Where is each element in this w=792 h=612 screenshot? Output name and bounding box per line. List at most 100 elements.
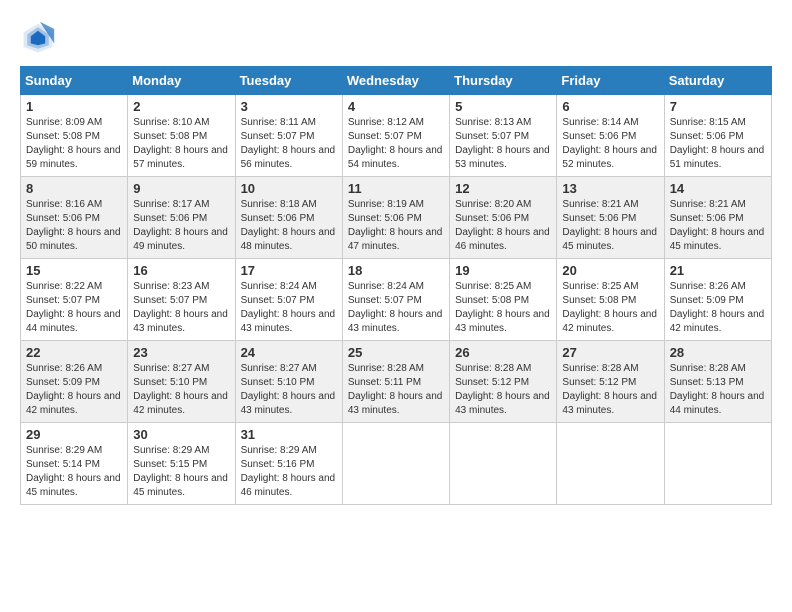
- day-number: 9: [133, 181, 229, 196]
- day-detail: Sunrise: 8:25 AMSunset: 5:08 PMDaylight:…: [562, 281, 657, 334]
- day-cell-10: 10 Sunrise: 8:18 AMSunset: 5:06 PMDaylig…: [235, 177, 342, 259]
- day-cell-31: 31 Sunrise: 8:29 AMSunset: 5:16 PMDaylig…: [235, 423, 342, 505]
- day-detail: Sunrise: 8:28 AMSunset: 5:11 PMDaylight:…: [348, 363, 443, 416]
- day-number: 14: [670, 181, 766, 196]
- day-cell-25: 25 Sunrise: 8:28 AMSunset: 5:11 PMDaylig…: [342, 341, 449, 423]
- day-number: 6: [562, 99, 658, 114]
- day-cell-11: 11 Sunrise: 8:19 AMSunset: 5:06 PMDaylig…: [342, 177, 449, 259]
- day-detail: Sunrise: 8:16 AMSunset: 5:06 PMDaylight:…: [26, 199, 121, 252]
- day-detail: Sunrise: 8:28 AMSunset: 5:12 PMDaylight:…: [562, 363, 657, 416]
- day-number: 1: [26, 99, 122, 114]
- empty-cell: [342, 423, 449, 505]
- day-cell-28: 28 Sunrise: 8:28 AMSunset: 5:13 PMDaylig…: [664, 341, 771, 423]
- day-cell-18: 18 Sunrise: 8:24 AMSunset: 5:07 PMDaylig…: [342, 259, 449, 341]
- day-detail: Sunrise: 8:25 AMSunset: 5:08 PMDaylight:…: [455, 281, 550, 334]
- day-detail: Sunrise: 8:28 AMSunset: 5:12 PMDaylight:…: [455, 363, 550, 416]
- day-number: 10: [241, 181, 337, 196]
- day-number: 31: [241, 427, 337, 442]
- day-number: 8: [26, 181, 122, 196]
- day-cell-12: 12 Sunrise: 8:20 AMSunset: 5:06 PMDaylig…: [450, 177, 557, 259]
- day-detail: Sunrise: 8:27 AMSunset: 5:10 PMDaylight:…: [133, 363, 228, 416]
- calendar-table: SundayMondayTuesdayWednesdayThursdayFrid…: [20, 66, 772, 505]
- day-number: 11: [348, 181, 444, 196]
- day-cell-24: 24 Sunrise: 8:27 AMSunset: 5:10 PMDaylig…: [235, 341, 342, 423]
- day-cell-30: 30 Sunrise: 8:29 AMSunset: 5:15 PMDaylig…: [128, 423, 235, 505]
- column-header-wednesday: Wednesday: [342, 67, 449, 95]
- day-number: 20: [562, 263, 658, 278]
- day-detail: Sunrise: 8:26 AMSunset: 5:09 PMDaylight:…: [670, 281, 765, 334]
- day-number: 16: [133, 263, 229, 278]
- calendar-row-2: 8 Sunrise: 8:16 AMSunset: 5:06 PMDayligh…: [21, 177, 772, 259]
- empty-cell: [557, 423, 664, 505]
- day-number: 21: [670, 263, 766, 278]
- empty-cell: [664, 423, 771, 505]
- column-header-monday: Monday: [128, 67, 235, 95]
- day-detail: Sunrise: 8:11 AMSunset: 5:07 PMDaylight:…: [241, 117, 336, 170]
- day-cell-21: 21 Sunrise: 8:26 AMSunset: 5:09 PMDaylig…: [664, 259, 771, 341]
- day-number: 26: [455, 345, 551, 360]
- day-number: 28: [670, 345, 766, 360]
- day-cell-7: 7 Sunrise: 8:15 AMSunset: 5:06 PMDayligh…: [664, 95, 771, 177]
- day-cell-2: 2 Sunrise: 8:10 AMSunset: 5:08 PMDayligh…: [128, 95, 235, 177]
- day-number: 25: [348, 345, 444, 360]
- day-number: 5: [455, 99, 551, 114]
- day-cell-22: 22 Sunrise: 8:26 AMSunset: 5:09 PMDaylig…: [21, 341, 128, 423]
- day-detail: Sunrise: 8:21 AMSunset: 5:06 PMDaylight:…: [562, 199, 657, 252]
- column-header-friday: Friday: [557, 67, 664, 95]
- day-detail: Sunrise: 8:24 AMSunset: 5:07 PMDaylight:…: [348, 281, 443, 334]
- day-cell-15: 15 Sunrise: 8:22 AMSunset: 5:07 PMDaylig…: [21, 259, 128, 341]
- day-number: 30: [133, 427, 229, 442]
- day-number: 7: [670, 99, 766, 114]
- day-detail: Sunrise: 8:27 AMSunset: 5:10 PMDaylight:…: [241, 363, 336, 416]
- day-number: 19: [455, 263, 551, 278]
- day-number: 13: [562, 181, 658, 196]
- day-detail: Sunrise: 8:29 AMSunset: 5:16 PMDaylight:…: [241, 445, 336, 498]
- column-header-tuesday: Tuesday: [235, 67, 342, 95]
- day-detail: Sunrise: 8:26 AMSunset: 5:09 PMDaylight:…: [26, 363, 121, 416]
- calendar-header-row: SundayMondayTuesdayWednesdayThursdayFrid…: [21, 67, 772, 95]
- day-number: 27: [562, 345, 658, 360]
- calendar-row-5: 29 Sunrise: 8:29 AMSunset: 5:14 PMDaylig…: [21, 423, 772, 505]
- page-header: [20, 20, 772, 56]
- day-cell-27: 27 Sunrise: 8:28 AMSunset: 5:12 PMDaylig…: [557, 341, 664, 423]
- day-cell-29: 29 Sunrise: 8:29 AMSunset: 5:14 PMDaylig…: [21, 423, 128, 505]
- day-detail: Sunrise: 8:23 AMSunset: 5:07 PMDaylight:…: [133, 281, 228, 334]
- day-detail: Sunrise: 8:29 AMSunset: 5:15 PMDaylight:…: [133, 445, 228, 498]
- day-number: 17: [241, 263, 337, 278]
- day-cell-19: 19 Sunrise: 8:25 AMSunset: 5:08 PMDaylig…: [450, 259, 557, 341]
- day-cell-13: 13 Sunrise: 8:21 AMSunset: 5:06 PMDaylig…: [557, 177, 664, 259]
- calendar-row-1: 1 Sunrise: 8:09 AMSunset: 5:08 PMDayligh…: [21, 95, 772, 177]
- day-cell-9: 9 Sunrise: 8:17 AMSunset: 5:06 PMDayligh…: [128, 177, 235, 259]
- day-detail: Sunrise: 8:20 AMSunset: 5:06 PMDaylight:…: [455, 199, 550, 252]
- day-number: 3: [241, 99, 337, 114]
- day-number: 15: [26, 263, 122, 278]
- day-detail: Sunrise: 8:12 AMSunset: 5:07 PMDaylight:…: [348, 117, 443, 170]
- day-cell-6: 6 Sunrise: 8:14 AMSunset: 5:06 PMDayligh…: [557, 95, 664, 177]
- day-detail: Sunrise: 8:14 AMSunset: 5:06 PMDaylight:…: [562, 117, 657, 170]
- day-number: 4: [348, 99, 444, 114]
- day-cell-4: 4 Sunrise: 8:12 AMSunset: 5:07 PMDayligh…: [342, 95, 449, 177]
- day-detail: Sunrise: 8:17 AMSunset: 5:06 PMDaylight:…: [133, 199, 228, 252]
- day-number: 2: [133, 99, 229, 114]
- column-header-sunday: Sunday: [21, 67, 128, 95]
- day-cell-17: 17 Sunrise: 8:24 AMSunset: 5:07 PMDaylig…: [235, 259, 342, 341]
- day-cell-5: 5 Sunrise: 8:13 AMSunset: 5:07 PMDayligh…: [450, 95, 557, 177]
- day-detail: Sunrise: 8:29 AMSunset: 5:14 PMDaylight:…: [26, 445, 121, 498]
- day-cell-3: 3 Sunrise: 8:11 AMSunset: 5:07 PMDayligh…: [235, 95, 342, 177]
- logo-icon: [20, 20, 56, 56]
- day-detail: Sunrise: 8:19 AMSunset: 5:06 PMDaylight:…: [348, 199, 443, 252]
- day-detail: Sunrise: 8:21 AMSunset: 5:06 PMDaylight:…: [670, 199, 765, 252]
- day-cell-16: 16 Sunrise: 8:23 AMSunset: 5:07 PMDaylig…: [128, 259, 235, 341]
- column-header-thursday: Thursday: [450, 67, 557, 95]
- day-number: 23: [133, 345, 229, 360]
- day-detail: Sunrise: 8:18 AMSunset: 5:06 PMDaylight:…: [241, 199, 336, 252]
- day-detail: Sunrise: 8:10 AMSunset: 5:08 PMDaylight:…: [133, 117, 228, 170]
- day-detail: Sunrise: 8:13 AMSunset: 5:07 PMDaylight:…: [455, 117, 550, 170]
- day-cell-26: 26 Sunrise: 8:28 AMSunset: 5:12 PMDaylig…: [450, 341, 557, 423]
- day-number: 24: [241, 345, 337, 360]
- day-cell-23: 23 Sunrise: 8:27 AMSunset: 5:10 PMDaylig…: [128, 341, 235, 423]
- day-detail: Sunrise: 8:24 AMSunset: 5:07 PMDaylight:…: [241, 281, 336, 334]
- day-detail: Sunrise: 8:22 AMSunset: 5:07 PMDaylight:…: [26, 281, 121, 334]
- empty-cell: [450, 423, 557, 505]
- calendar-row-3: 15 Sunrise: 8:22 AMSunset: 5:07 PMDaylig…: [21, 259, 772, 341]
